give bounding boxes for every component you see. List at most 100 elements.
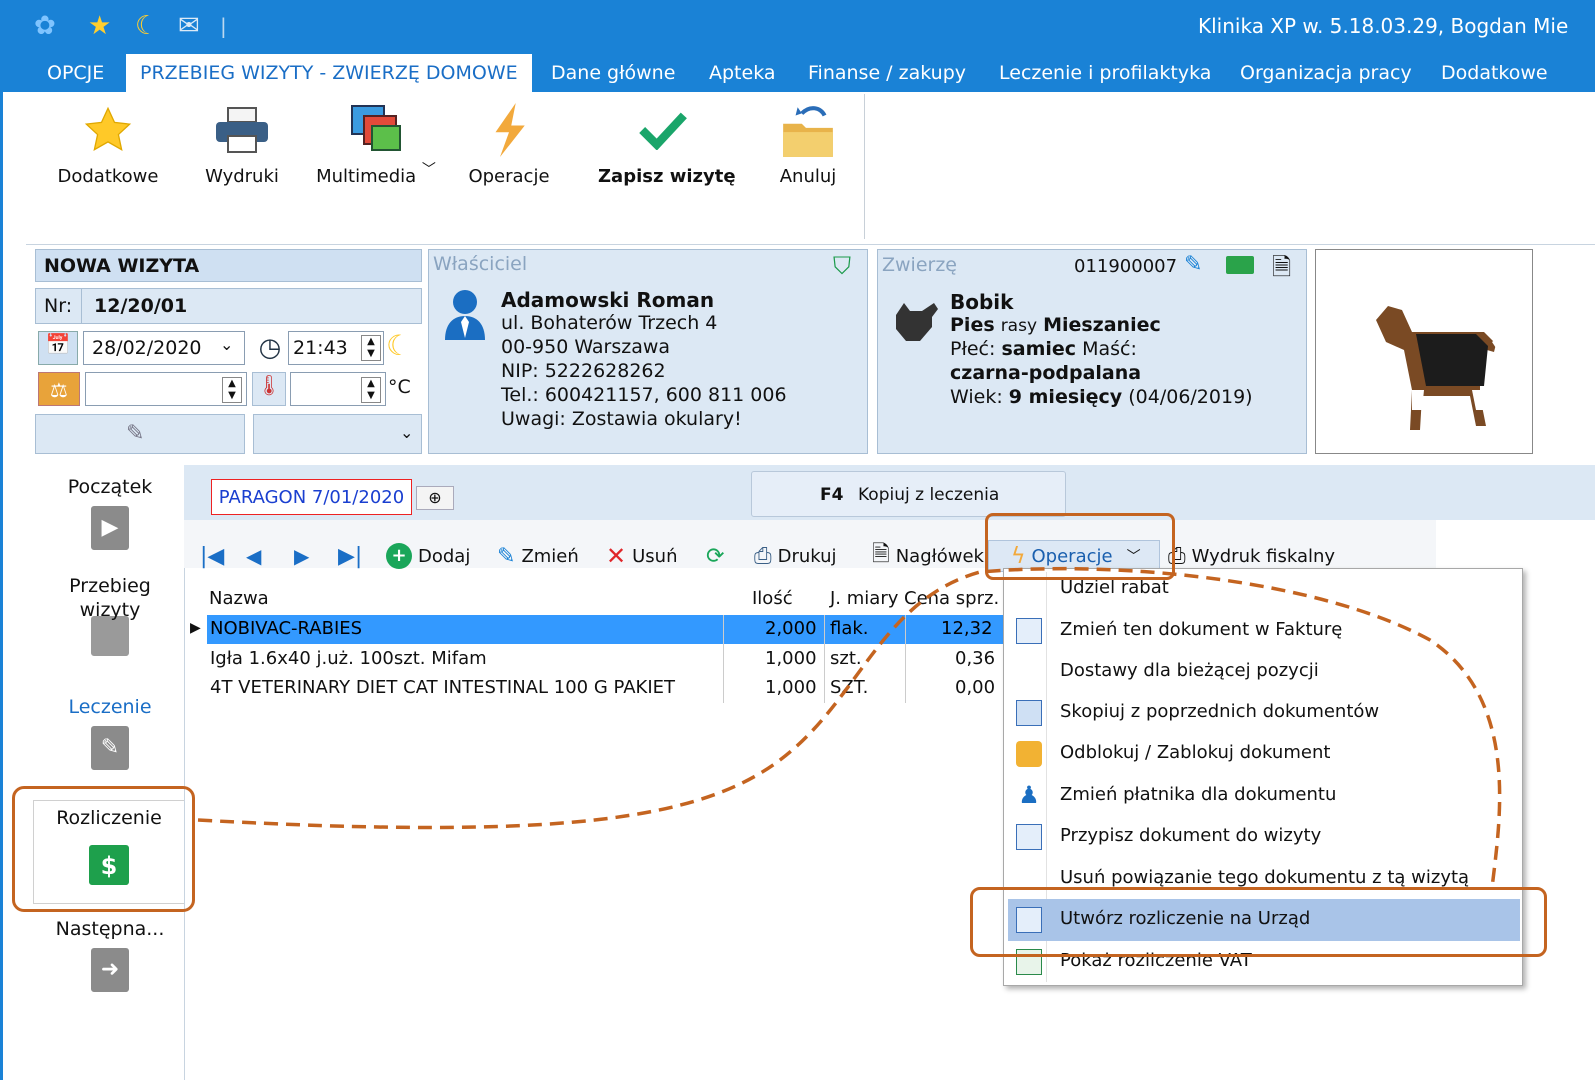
separator: |: [220, 14, 227, 38]
clipboard-syringe-icon: ✎: [91, 726, 129, 770]
mail-icon[interactable]: ✉: [178, 10, 200, 42]
window-title: Klinika XP w. 5.18.03.29, Bogdan Mie: [1198, 14, 1569, 38]
nav-last-icon[interactable]: ▶|: [338, 540, 362, 572]
clipboard-icon: [91, 616, 129, 656]
clock-icon: ◷: [258, 333, 282, 363]
nav-prev-icon[interactable]: ◀: [246, 540, 261, 572]
nav-nastepna[interactable]: Następna... ➜: [40, 918, 180, 992]
plus-icon: +: [386, 543, 412, 569]
document-icon[interactable]: 🗎: [1272, 250, 1291, 291]
refresh-icon[interactable]: ⟳: [706, 540, 724, 572]
tab-dodatkowe[interactable]: Dodatkowe: [1441, 54, 1548, 92]
moon-icon[interactable]: ☾: [135, 10, 158, 42]
menu-item-przypisz[interactable]: Przypisz dokument do wizyty: [1008, 816, 1520, 857]
window-left-padding: [3, 92, 26, 1080]
multimedia-button[interactable]: Multimedia ﹀: [306, 100, 446, 187]
thermometer-icon: 🌡: [252, 372, 286, 406]
document-icon: 🗎: [872, 542, 890, 567]
visit-type-select[interactable]: ⌄: [253, 414, 422, 454]
operacje-label: Operacje: [468, 166, 550, 187]
time-spinner[interactable]: ▲ ▼: [361, 335, 381, 361]
owner-street: ul. Bohaterów Trzech 4: [501, 312, 718, 334]
wydruki-button[interactable]: Wydruki: [198, 100, 286, 187]
chevron-down-icon: ⌄: [220, 335, 234, 354]
print-button[interactable]: ⎙ Drukuj: [754, 540, 837, 572]
menu-item-faktura[interactable]: Zmień ten dokument w Fakturę: [1008, 610, 1520, 651]
owner-city: 00-950 Warszawa: [501, 336, 671, 358]
row-pointer-icon: ▶: [190, 620, 201, 636]
animal-sex: Płeć: samiec Maść:: [950, 338, 1137, 360]
menu-item-dostawy[interactable]: Dostawy dla bieżącej pozycji: [1008, 651, 1520, 692]
zapisz-wizyte-label: Zapisz wizytę: [598, 166, 736, 187]
tab-paragon[interactable]: PARAGON 7/01/2020: [211, 479, 412, 515]
temperature-field[interactable]: ▲ ▼: [290, 372, 386, 406]
zapisz-wizyte-button[interactable]: Zapisz wizytę: [598, 100, 736, 187]
visit-header: NOWA WIZYTA: [35, 249, 422, 282]
dog-photo-image: [1376, 306, 1514, 430]
tab-apteka[interactable]: Apteka: [709, 54, 776, 92]
weight-spinner[interactable]: ▲ ▼: [222, 377, 242, 403]
pencil-icon: ✎: [126, 421, 145, 446]
nav-next-icon[interactable]: ▶: [294, 540, 309, 572]
date-field[interactable]: 28/02/2020 ⌄: [83, 331, 245, 365]
menu-item-platnik[interactable]: ♟ Zmień płatnika dla dokumentu: [1008, 775, 1520, 816]
animal-age: Wiek: 9 miesięcy (04/06/2019): [950, 386, 1253, 408]
dodatkowe-button[interactable]: Dodatkowe: [52, 100, 164, 187]
multimedia-label: Multimedia ﹀: [316, 162, 436, 187]
anuluj-button[interactable]: Anuluj: [770, 100, 846, 187]
edit-button[interactable]: ✎ Zmień: [497, 540, 579, 572]
edit-icon: ✎: [497, 543, 516, 569]
chevron-down-icon: ⌄: [400, 423, 414, 442]
animal-photo[interactable]: [1315, 249, 1533, 454]
ribbon: Dodatkowe Wydruki Multimedia ﹀ Operacje …: [0, 92, 1595, 245]
folder-undo-icon: [770, 100, 846, 160]
chevron-down-icon: ﹀: [421, 162, 436, 178]
animal-title: Zwierzę: [882, 254, 957, 276]
visit-number: 12/20/01: [94, 295, 188, 317]
calendar-icon[interactable]: 📅: [38, 331, 78, 365]
temperature-spinner[interactable]: ▲ ▼: [361, 377, 381, 403]
animal-breed: Pies rasy Mieszaniec: [950, 314, 1161, 336]
person-icon: ♟: [1018, 781, 1040, 809]
money-icon[interactable]: [1226, 256, 1254, 274]
column-divider: [905, 615, 906, 703]
menu-item-blokuj[interactable]: Odblokuj / Zablokuj dokument: [1008, 733, 1520, 774]
document-link-icon: [1016, 824, 1042, 850]
tab-dane-glowne[interactable]: Dane główne: [551, 54, 675, 92]
tab-finanse[interactable]: Finanse / zakupy: [808, 54, 966, 92]
header-button[interactable]: 🗎 Nagłówek: [872, 540, 987, 572]
wydruki-label: Wydruki: [205, 166, 279, 187]
document-convert-icon: [1016, 618, 1042, 644]
tab-organizacja[interactable]: Organizacja pracy: [1240, 54, 1412, 92]
edit-notes-button[interactable]: ✎: [35, 414, 245, 454]
nav-przebieg-wizyty[interactable]: Przebieg wizyty: [40, 574, 180, 656]
table-row[interactable]: NOBIVAC-RABIES 2,000 flak. 12,32: [207, 615, 1004, 644]
add-tab-button[interactable]: ⊕: [416, 486, 454, 510]
nav-leczenie[interactable]: Leczenie ✎: [40, 696, 180, 770]
operacje-button[interactable]: Operacje: [464, 100, 554, 187]
nav-poczatek[interactable]: Początek ▶: [40, 476, 180, 550]
weight-field[interactable]: ▲ ▼: [85, 372, 247, 406]
copy-from-treatment-button[interactable]: F4 Kopiuj z leczenia: [751, 471, 1066, 517]
animal-id: 011900007: [1074, 256, 1178, 277]
visit-number-row: Nr: 12/20/01: [35, 288, 422, 324]
edit-icon[interactable]: ✎: [1184, 252, 1202, 277]
shield-icon[interactable]: ⛉: [833, 252, 851, 280]
highlight-utworz-rozliczenie: [970, 887, 1547, 957]
delete-button[interactable]: ✕ Usuń: [606, 540, 677, 572]
nav-first-icon[interactable]: |◀: [200, 540, 224, 572]
table-row[interactable]: 4T VETERINARY DIET CAT INTESTINAL 100 G …: [207, 674, 1004, 703]
tab-leczenie[interactable]: Leczenie i profilaktyka: [999, 54, 1211, 92]
clipboard-play-icon: ▶: [91, 506, 129, 550]
tab-opcje[interactable]: OPCJE: [47, 54, 104, 92]
time-field[interactable]: 21:43 ▲ ▼: [288, 331, 384, 365]
tab-przebieg-wizyty[interactable]: PRZEBIEG WIZYTY - ZWIERZĘ DOMOWE: [126, 54, 532, 92]
highlight-rozliczenie: [12, 786, 195, 912]
table-header: Nazwa Ilość J. miary Cena sprz.: [209, 588, 1000, 609]
menu-item-skopiuj[interactable]: Skopiuj z poprzednich dokumentów: [1008, 692, 1520, 733]
table-row[interactable]: Igła 1.6x40 j.uż. 100szt. Mifam 1,000 sz…: [207, 645, 1004, 674]
star-icon[interactable]: ★: [88, 10, 111, 42]
owner-nip: NIP: 5222628262: [501, 360, 666, 382]
add-button[interactable]: + Dodaj: [386, 540, 470, 572]
star-icon: [52, 100, 164, 160]
